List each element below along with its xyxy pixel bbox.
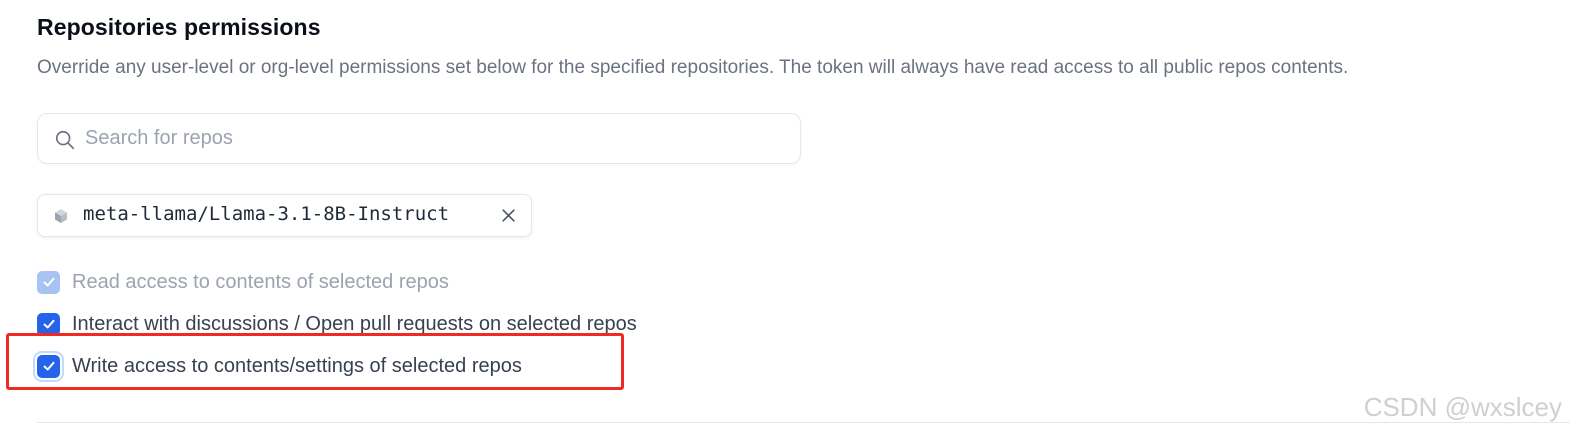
permission-read-row: Read access to contents of selected repo…	[37, 269, 449, 295]
read-access-checkbox	[37, 270, 60, 294]
write-access-label: Write access to contents/settings of sel…	[72, 354, 522, 377]
discussions-label: Interact with discussions / Open pull re…	[72, 312, 637, 335]
section-title: Repositories permissions	[37, 14, 321, 40]
check-icon	[43, 277, 54, 287]
check-icon	[43, 361, 54, 371]
selected-repo-chip: meta-llama/Llama-3.1-8B-Instruct	[37, 194, 532, 237]
permission-write-row[interactable]: Write access to contents/settings of sel…	[37, 353, 522, 379]
close-icon[interactable]	[500, 207, 517, 224]
permission-discussions-row[interactable]: Interact with discussions / Open pull re…	[37, 311, 637, 337]
section-description: Override any user-level or org-level per…	[37, 57, 1349, 78]
selected-repo-name: meta-llama/Llama-3.1-8B-Instruct	[83, 203, 450, 225]
write-access-checkbox[interactable]	[37, 354, 60, 378]
repo-cube-icon	[55, 209, 67, 223]
read-access-label: Read access to contents of selected repo…	[72, 270, 449, 293]
search-icon	[55, 130, 75, 150]
watermark: CSDN @wxslcey	[1363, 392, 1562, 422]
repo-search-input[interactable]	[85, 114, 785, 163]
discussions-checkbox[interactable]	[37, 312, 60, 336]
section-divider	[37, 422, 1570, 423]
repo-search-box[interactable]	[37, 113, 801, 164]
check-icon	[43, 319, 54, 329]
